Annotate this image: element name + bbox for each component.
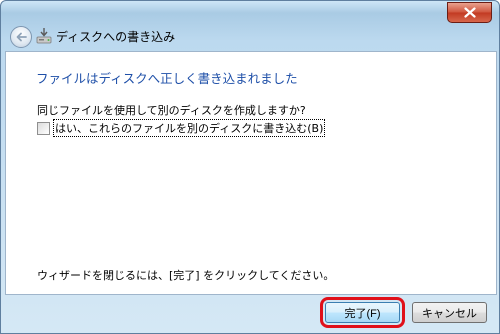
finish-button[interactable]: 完了(F) — [320, 297, 405, 328]
title-bar: ディスクへの書き込み — [5, 23, 495, 49]
cancel-button[interactable]: キャンセル — [412, 302, 487, 323]
finish-instruction: ウィザードを閉じるには、[完了] をクリックしてください。 — [37, 269, 335, 282]
disk-burn-icon — [36, 28, 52, 44]
main-heading: ファイルはディスクへ正しく書き込まれました — [36, 71, 298, 86]
wizard-window: ディスクへの書き込み ファイルはディスクへ正しく書き込まれました 同じファイルを… — [0, 0, 500, 334]
question-text: 同じファイルを使用して別のディスクを作成しますか? — [37, 104, 306, 117]
close-icon — [463, 7, 476, 18]
burn-again-checkbox[interactable] — [37, 121, 50, 135]
back-button[interactable] — [10, 26, 32, 48]
content-panel: ファイルはディスクへ正しく書き込まれました 同じファイルを使用して別のディスクを… — [5, 51, 497, 295]
back-arrow-icon — [16, 32, 27, 42]
burn-again-option[interactable]: はい、これらのファイルを別のディスクに書き込む(B) — [37, 119, 326, 137]
close-button[interactable] — [447, 2, 492, 23]
burn-again-checkbox-label[interactable]: はい、これらのファイルを別のディスクに書き込む(B) — [53, 119, 326, 137]
window-title: ディスクへの書き込み — [56, 30, 176, 44]
